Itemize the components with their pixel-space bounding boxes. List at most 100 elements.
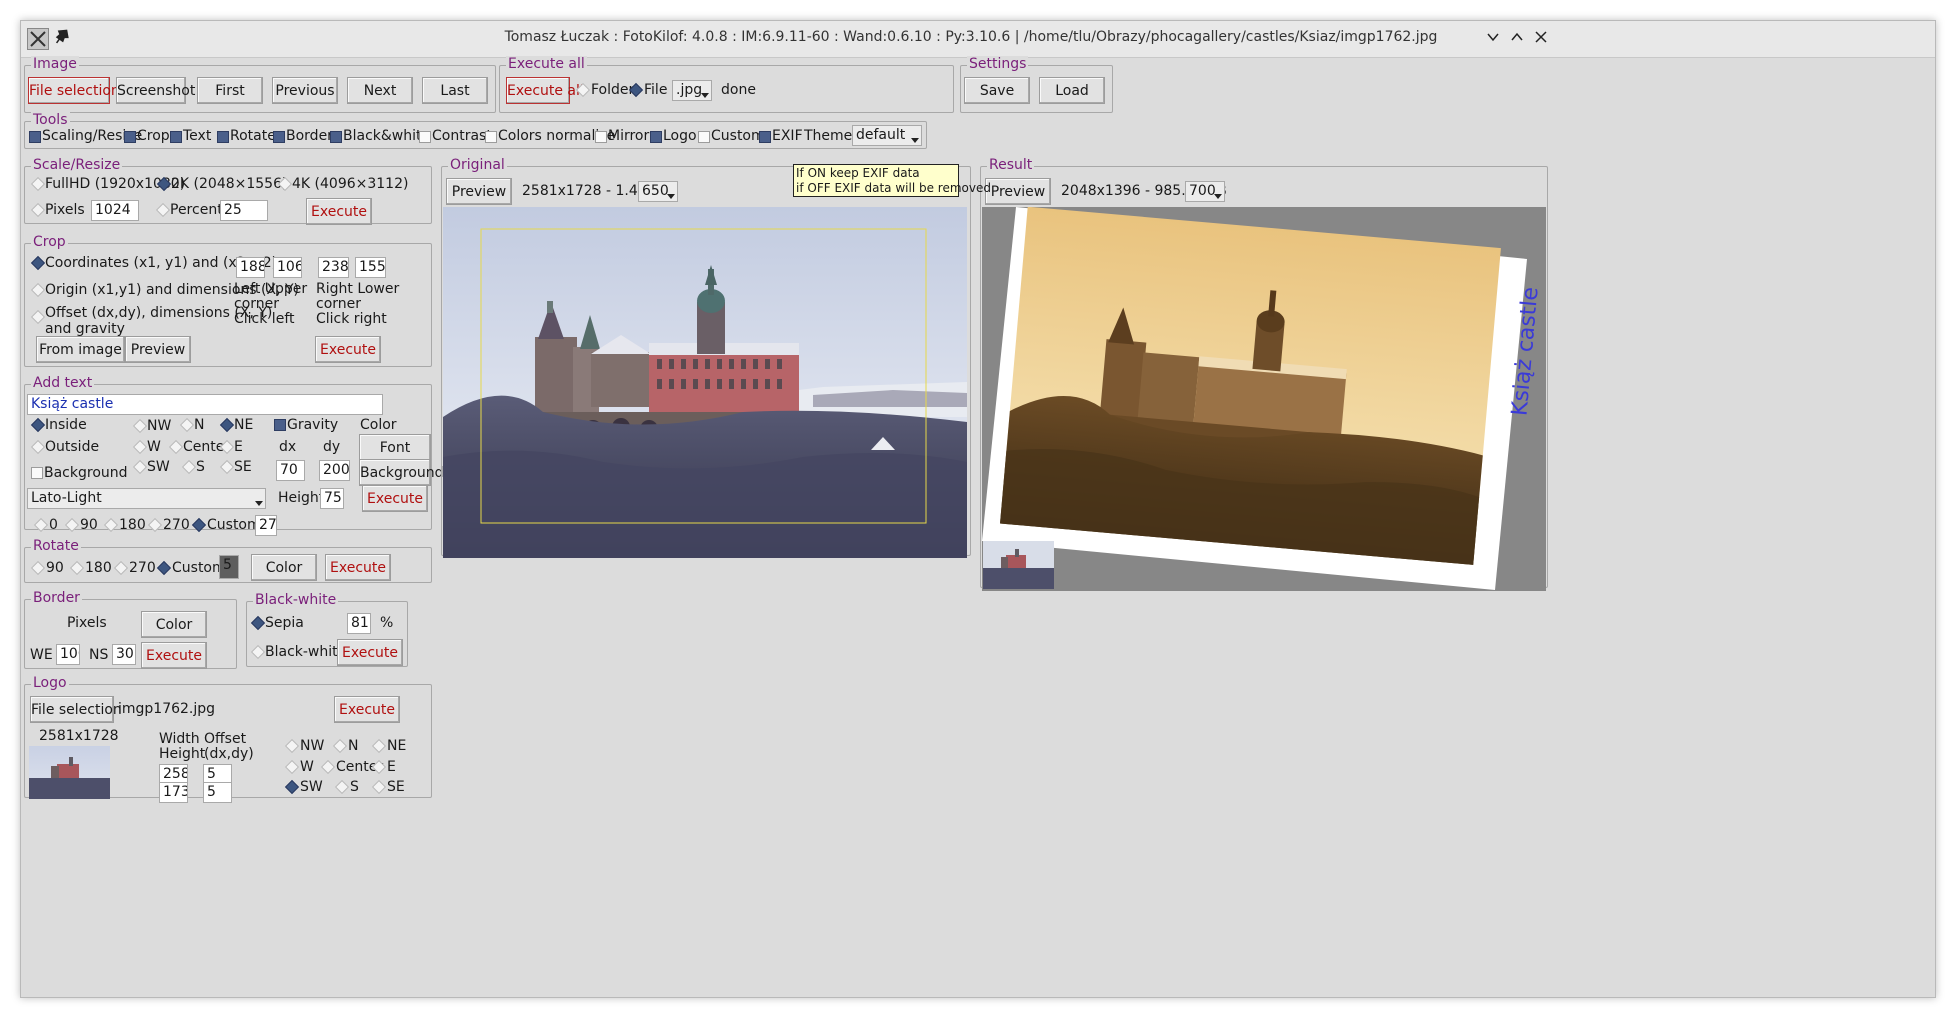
tool-exif-checkbox[interactable] xyxy=(759,131,771,143)
crop-x1-input[interactable]: 188 xyxy=(236,257,265,278)
sepia-radio[interactable] xyxy=(252,617,263,628)
close-icon[interactable] xyxy=(1533,29,1549,45)
logo-height-input[interactable]: 173 xyxy=(159,782,188,803)
crop-y1-input[interactable]: 106 xyxy=(273,257,302,278)
tool-border-checkbox[interactable] xyxy=(273,131,285,143)
fullhd-radio[interactable] xyxy=(32,178,43,189)
crop-x2-input[interactable]: 2385 xyxy=(318,257,349,278)
percent-input[interactable]: 25 xyxy=(220,200,268,221)
text-gravity-center-radio[interactable] xyxy=(170,441,181,452)
logo-execute-button[interactable]: Execute xyxy=(334,696,400,723)
logo-gravity-n-radio[interactable] xyxy=(334,740,345,751)
sepia-input[interactable]: 81 xyxy=(347,613,371,634)
text-outside-radio[interactable] xyxy=(32,441,43,452)
pin-icon[interactable] xyxy=(53,27,71,47)
crop-origin-radio[interactable] xyxy=(32,284,43,295)
2k-radio[interactable] xyxy=(158,178,169,189)
logo-gravity-nw-radio[interactable] xyxy=(286,740,297,751)
crop-preview-button[interactable]: Preview xyxy=(125,336,191,363)
text-gravity-se-radio[interactable] xyxy=(221,461,232,472)
next-button[interactable]: Next xyxy=(347,77,413,104)
text-background-button[interactable]: Background xyxy=(359,459,444,486)
load-button[interactable]: Load xyxy=(1039,77,1105,104)
save-button[interactable]: Save xyxy=(964,77,1030,104)
text-gravity-s-radio[interactable] xyxy=(183,461,194,472)
rotate-color-button[interactable]: Color xyxy=(251,554,317,581)
text-rot270-radio[interactable] xyxy=(149,519,160,530)
text-execute-button[interactable]: Execute xyxy=(362,485,428,512)
rotate-270-radio[interactable] xyxy=(115,562,126,573)
tool-contrast-checkbox[interactable] xyxy=(419,131,431,143)
logo-dy-input[interactable]: 5 xyxy=(203,782,232,803)
text-rot-custom-radio[interactable] xyxy=(193,519,204,530)
rotate-execute-button[interactable]: Execute xyxy=(325,554,391,581)
result-size-combo[interactable]: 700 xyxy=(1185,181,1225,202)
file-radio[interactable] xyxy=(630,84,641,95)
logo-gravity-w-radio[interactable] xyxy=(286,761,297,772)
original-preview-button[interactable]: Preview xyxy=(446,178,512,205)
rotate-180-radio[interactable] xyxy=(71,562,82,573)
maximize-icon[interactable] xyxy=(1509,29,1525,45)
pixels-input[interactable]: 1024 xyxy=(91,200,139,221)
text-gravity-nw-radio[interactable] xyxy=(134,420,145,431)
text-background-checkbox[interactable] xyxy=(31,467,43,479)
4k-radio[interactable] xyxy=(279,178,290,189)
text-gravity-e-radio[interactable] xyxy=(221,441,232,452)
text-dy-input[interactable]: 200 xyxy=(319,460,350,481)
minimize-icon[interactable] xyxy=(1485,29,1501,45)
text-font-combo[interactable]: Lato-Light xyxy=(27,488,266,509)
last-button[interactable]: Last xyxy=(422,77,488,104)
crop-offset-radio[interactable] xyxy=(32,311,43,322)
rotate-90-radio[interactable] xyxy=(32,562,43,573)
previous-button[interactable]: Previous xyxy=(272,77,338,104)
text-gravity-w-radio[interactable] xyxy=(134,441,145,452)
logo-gravity-center-radio[interactable] xyxy=(322,761,333,772)
first-button[interactable]: First xyxy=(197,77,263,104)
tool-scaling-checkbox[interactable] xyxy=(29,131,41,143)
bw-execute-button[interactable]: Execute xyxy=(337,639,403,666)
text-rot90-radio[interactable] xyxy=(66,519,77,530)
logo-gravity-e-radio[interactable] xyxy=(373,761,384,772)
text-dx-input[interactable]: 70 xyxy=(276,460,305,481)
text-rot0-radio[interactable] xyxy=(35,519,46,530)
tool-bw-checkbox[interactable] xyxy=(330,131,342,143)
logo-gravity-sw-radio[interactable] xyxy=(286,781,297,792)
scale-execute-button[interactable]: Execute xyxy=(306,198,372,225)
crop-from-image-button[interactable]: From image xyxy=(36,336,125,363)
text-gravity-checkbox[interactable] xyxy=(274,419,286,431)
extension-combo[interactable]: .jpg xyxy=(672,80,712,101)
file-selection-button[interactable]: File selection xyxy=(28,77,120,104)
border-execute-button[interactable]: Execute xyxy=(141,642,207,669)
black-white-radio[interactable] xyxy=(252,646,263,657)
tool-text-checkbox[interactable] xyxy=(170,131,182,143)
execute-all-button[interactable]: Execute all xyxy=(506,77,584,104)
logo-gravity-s-radio[interactable] xyxy=(336,781,347,792)
theme-combo[interactable]: default xyxy=(852,125,922,146)
tool-custom-checkbox[interactable] xyxy=(698,131,710,143)
pixels-radio[interactable] xyxy=(32,204,43,215)
tool-colors-normalize-checkbox[interactable] xyxy=(485,131,497,143)
result-preview-button[interactable]: Preview xyxy=(985,178,1051,205)
title-bar[interactable]: Tomasz Łuczak : FotoKilof: 4.0.8 : IM:6.… xyxy=(21,21,1935,58)
text-gravity-ne-radio[interactable] xyxy=(221,419,232,430)
text-input[interactable]: Książ castle xyxy=(27,394,383,415)
logo-gravity-se-radio[interactable] xyxy=(373,781,384,792)
percent-radio[interactable] xyxy=(157,204,168,215)
tool-mirror-checkbox[interactable] xyxy=(595,131,607,143)
tool-rotate-checkbox[interactable] xyxy=(217,131,229,143)
crop-coordinates-radio[interactable] xyxy=(32,257,43,268)
logo-gravity-ne-radio[interactable] xyxy=(373,740,384,751)
result-image[interactable]: Książ castle xyxy=(982,207,1546,591)
original-size-combo[interactable]: 650 xyxy=(638,181,678,202)
screenshot-button[interactable]: Screenshot xyxy=(116,77,195,104)
border-color-button[interactable]: Color xyxy=(141,611,207,638)
rotate-custom-radio[interactable] xyxy=(158,562,169,573)
text-gravity-n-radio[interactable] xyxy=(181,419,192,430)
text-font-button[interactable]: Font xyxy=(359,434,431,461)
text-gravity-sw-radio[interactable] xyxy=(134,461,145,472)
tool-crop-checkbox[interactable] xyxy=(124,131,136,143)
text-inside-radio[interactable] xyxy=(32,419,43,430)
text-height-input[interactable]: 75 xyxy=(320,488,344,509)
tool-logo-checkbox[interactable] xyxy=(650,131,662,143)
crop-y2-input[interactable]: 1559 xyxy=(355,257,386,278)
